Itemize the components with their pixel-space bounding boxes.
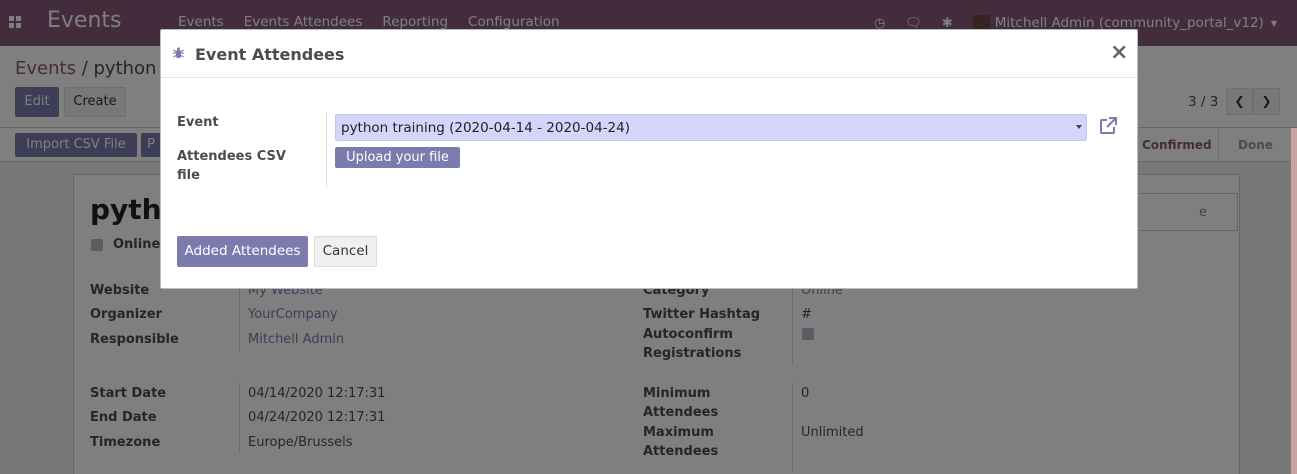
csv-field-label: Attendees CSV file (177, 149, 286, 183)
scrollbar[interactable] (1291, 128, 1297, 474)
event-field-label: Event (177, 115, 219, 130)
bug-icon (173, 47, 184, 58)
event-attendees-dialog: Event Attendees × Event Attendees CSV fi… (160, 29, 1138, 289)
added-attendees-button[interactable]: Added Attendees (177, 236, 308, 267)
external-link-icon[interactable] (1098, 116, 1118, 136)
event-select[interactable]: python training (2020-04-14 - 2020-04-24… (335, 114, 1087, 141)
field-divider (326, 112, 327, 187)
dialog-title: Event Attendees (195, 45, 345, 64)
dialog-header: Event Attendees × (161, 30, 1137, 78)
cancel-button[interactable]: Cancel (314, 236, 377, 267)
close-icon[interactable]: × (1110, 40, 1128, 65)
caret-down-icon (1076, 125, 1082, 129)
upload-file-button[interactable]: Upload your file (335, 147, 460, 168)
event-select-value: python training (2020-04-14 - 2020-04-24… (341, 120, 631, 136)
